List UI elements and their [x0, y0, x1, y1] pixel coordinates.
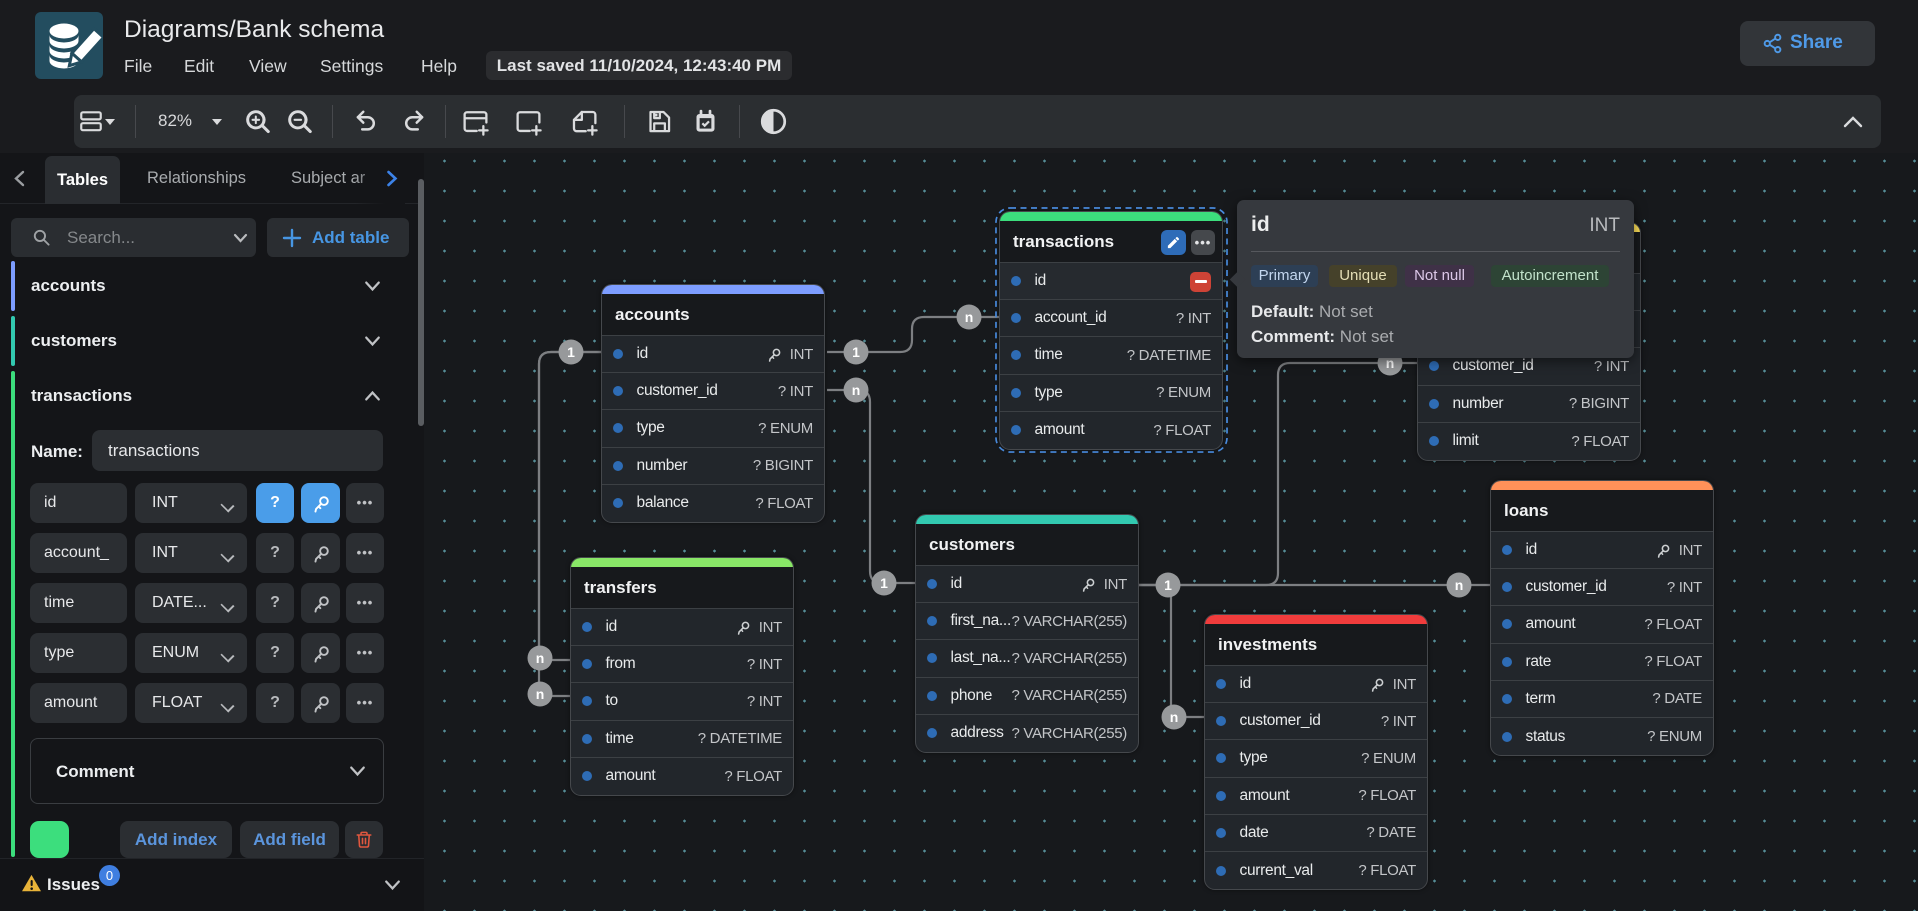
- svg-text:1: 1: [1164, 577, 1172, 593]
- svg-text:n: n: [852, 382, 861, 398]
- svg-text:n: n: [536, 650, 545, 666]
- svg-text:n: n: [965, 309, 974, 325]
- svg-text:1: 1: [880, 575, 888, 591]
- svg-text:n: n: [536, 686, 545, 702]
- svg-text:n: n: [1170, 709, 1179, 725]
- svg-text:1: 1: [567, 344, 575, 360]
- svg-text:n: n: [1455, 577, 1464, 593]
- svg-text:1: 1: [852, 344, 860, 360]
